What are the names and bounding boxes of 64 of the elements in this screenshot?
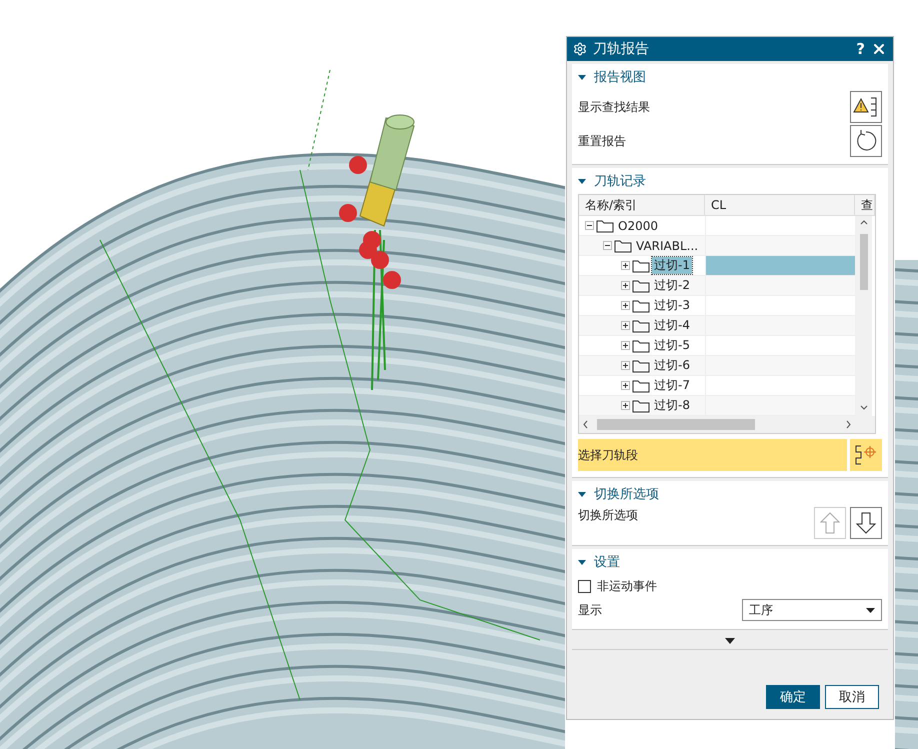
row-label: 显示查找结果 — [578, 98, 650, 116]
column-header[interactable]: 查 — [855, 195, 875, 215]
expand-box-icon[interactable] — [621, 361, 630, 370]
checkbox-label: 非运动事件 — [597, 578, 657, 594]
tree-node[interactable]: 过切-7 — [652, 377, 692, 394]
settings-icon — [573, 42, 587, 56]
collapse-box-icon[interactable] — [603, 241, 612, 250]
display-dropdown[interactable]: 工序 — [742, 599, 882, 621]
close-icon[interactable] — [871, 41, 887, 57]
tree-node[interactable]: 过切-1 — [652, 257, 692, 274]
folder-icon — [632, 358, 650, 372]
expand-box-icon[interactable] — [621, 301, 630, 310]
folder-icon — [632, 318, 650, 332]
tree-node[interactable]: 过切-3 — [652, 297, 692, 314]
folder-icon — [632, 298, 650, 312]
row-label: 切换所选项 — [578, 507, 638, 524]
folder-icon — [632, 398, 650, 412]
tree-node[interactable]: VARIABL... — [634, 238, 700, 252]
tree-node[interactable]: O2000 — [616, 218, 660, 232]
section-title: 报告视图 — [594, 69, 646, 86]
tree-node[interactable]: 过切-8 — [652, 397, 692, 414]
folder-icon — [614, 238, 632, 252]
tree-node[interactable]: 过切-2 — [652, 277, 692, 294]
warning-list-button[interactable] — [850, 91, 882, 123]
collapse-triangle-icon[interactable] — [578, 490, 586, 498]
folder-icon — [596, 218, 614, 232]
reset-button[interactable] — [850, 125, 882, 157]
cancel-button[interactable]: 取消 — [825, 685, 879, 709]
field-label: 显示 — [578, 602, 602, 618]
expand-box-icon[interactable] — [621, 261, 630, 270]
segment-select-icon — [853, 443, 879, 467]
select-toolpath-label[interactable]: 选择刀轨段 — [578, 439, 847, 471]
collapse-box-icon[interactable] — [585, 221, 594, 230]
expand-box-icon[interactable] — [621, 281, 630, 290]
expand-box-icon[interactable] — [621, 381, 630, 390]
section-title: 设置 — [594, 554, 620, 571]
help-button[interactable]: ? — [856, 40, 865, 58]
expand-box-icon[interactable] — [621, 401, 630, 410]
folder-icon — [632, 258, 650, 272]
down-arrow-button[interactable] — [850, 507, 882, 539]
vertical-scrollbar[interactable] — [855, 216, 872, 416]
collapse-triangle-icon[interactable] — [578, 558, 586, 566]
expand-box-icon[interactable] — [621, 321, 630, 330]
row-label: 重置报告 — [578, 132, 626, 150]
expand-box-icon[interactable] — [621, 341, 630, 350]
folder-icon — [632, 338, 650, 352]
folder-icon — [632, 278, 650, 292]
horizontal-scrollbar[interactable] — [579, 416, 875, 433]
ok-button[interactable]: 确定 — [766, 685, 820, 709]
tree-node[interactable]: 过切-4 — [652, 317, 692, 334]
folder-icon — [632, 378, 650, 392]
window-title: 刀轨报告 — [593, 40, 650, 58]
checkbox[interactable] — [578, 580, 591, 592]
tree-node[interactable]: 过切-6 — [652, 357, 692, 374]
column-header[interactable]: CL — [705, 195, 855, 215]
column-header[interactable]: 名称/索引 — [579, 195, 705, 215]
tree-node[interactable]: 过切-5 — [652, 337, 692, 354]
collapse-triangle-icon[interactable] — [578, 177, 586, 185]
more-options-icon[interactable] — [725, 638, 735, 644]
section-title: 刀轨记录 — [594, 173, 646, 190]
select-segment-button[interactable] — [850, 439, 882, 471]
section-title: 切换所选项 — [594, 486, 659, 503]
dropdown-caret-icon — [866, 608, 875, 612]
collapse-triangle-icon[interactable] — [578, 73, 586, 81]
